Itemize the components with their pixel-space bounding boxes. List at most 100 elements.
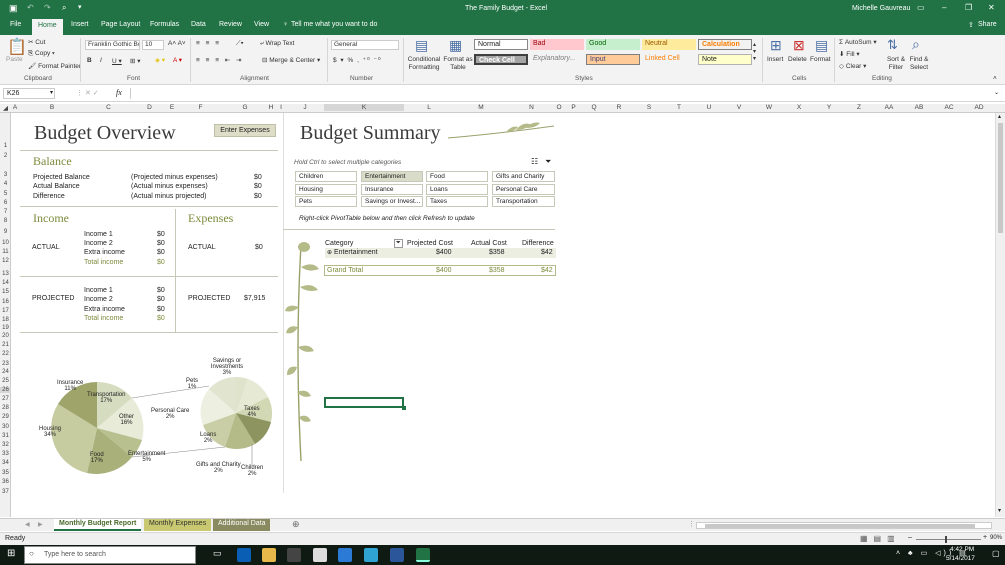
row-header[interactable]: 8 [0, 218, 11, 224]
save-icon[interactable]: ▣ [9, 3, 18, 14]
amazon-icon[interactable] [313, 548, 327, 562]
number-format-icons[interactable]: $ ▾ % , ⁺⁰ ⁻⁰ [333, 56, 382, 64]
style-good[interactable]: Good [586, 39, 640, 50]
row-header[interactable]: 21 [0, 342, 11, 348]
word-icon[interactable] [390, 548, 404, 562]
link-app-icon[interactable] [364, 548, 378, 562]
pivot-filter-icon[interactable]: ⏷ [394, 239, 403, 248]
column-header[interactable]: U [694, 104, 724, 111]
zoom-slider[interactable] [916, 539, 981, 540]
paste-button[interactable]: Paste [6, 56, 23, 63]
print-preview-icon[interactable]: ⌕ [62, 3, 66, 13]
sheet-nav-prev-icon[interactable]: ◀ [25, 521, 30, 528]
row-header[interactable]: 14 [0, 280, 11, 286]
task-view-icon[interactable]: ▭ [213, 548, 222, 559]
column-header[interactable]: AD [964, 104, 994, 111]
scrollbar-thumb[interactable] [998, 123, 1003, 233]
column-header[interactable]: AB [904, 104, 934, 111]
column-header[interactable]: E [167, 104, 177, 111]
column-header[interactable]: Y [814, 104, 844, 111]
paste-icon[interactable]: 📋 [7, 37, 27, 57]
orientation-icon[interactable]: ⟋▾ [236, 40, 244, 48]
format-cells-icon[interactable]: ▤ [815, 37, 828, 54]
sort-filter-button[interactable]: Sort & Filter [884, 56, 908, 72]
name-box[interactable]: K26 [3, 88, 55, 99]
format-as-table-button[interactable]: Format as Table [443, 56, 473, 72]
row-header[interactable]: 7 [0, 209, 11, 215]
windows-start-icon[interactable]: ⊞ [7, 548, 15, 559]
row-header[interactable]: 16 [0, 299, 11, 305]
slicer-item-gifts[interactable]: Gifts and Charity [492, 171, 555, 182]
row-header[interactable]: 20 [0, 333, 11, 339]
format-cells-button[interactable]: Format [810, 56, 831, 63]
column-header[interactable]: Q [584, 104, 604, 111]
row-header[interactable]: 26 [0, 387, 11, 393]
column-header[interactable]: X [784, 104, 814, 111]
column-header[interactable]: F [177, 104, 224, 111]
slicer-item-pets[interactable]: Pets [295, 196, 357, 207]
row-header[interactable]: 3 [0, 172, 11, 178]
undo-icon[interactable]: ↶ [27, 3, 34, 12]
app-icon[interactable] [338, 548, 352, 562]
italic-icon[interactable]: I [100, 57, 102, 64]
column-header[interactable]: S [634, 104, 664, 111]
multi-select-icon[interactable]: ☷ [531, 157, 538, 166]
ribbon-display-icon[interactable]: ▭ [917, 3, 925, 12]
row-header[interactable]: 32 [0, 442, 11, 448]
scroll-down-icon[interactable]: ▾ [998, 507, 1001, 514]
column-header[interactable]: C [85, 104, 132, 111]
slicer-item-food[interactable]: Food [426, 171, 488, 182]
delete-cells-button[interactable]: Delete [788, 56, 807, 63]
column-header[interactable]: H [266, 104, 276, 111]
tab-file[interactable]: File [10, 21, 21, 28]
styles-scroll-icon[interactable]: ▴ ▾ ▾ [753, 41, 756, 62]
borders-icon[interactable]: ⊞ ▾ [130, 57, 141, 65]
row-header[interactable]: 23 [0, 361, 11, 367]
column-header[interactable]: V [724, 104, 754, 111]
column-header[interactable]: I [276, 104, 286, 111]
fill-color-icon[interactable]: ◈ ▾ [155, 56, 165, 64]
taskbar-search-box[interactable]: ○ Type here to search [24, 546, 196, 564]
column-header[interactable]: M [454, 104, 508, 111]
row-header[interactable]: 28 [0, 405, 11, 411]
column-header[interactable]: O [555, 104, 563, 111]
style-neutral[interactable]: Neutral [642, 39, 696, 50]
minimize-icon[interactable]: – [942, 3, 946, 12]
column-header[interactable]: AC [934, 104, 964, 111]
slicer-item-transportation[interactable]: Transportation [492, 196, 555, 207]
number-format-select[interactable]: General [331, 40, 399, 50]
sheet-tab-monthly-expenses[interactable]: Monthly Expenses [144, 519, 212, 531]
row-header[interactable]: 1 [0, 143, 11, 149]
user-name[interactable]: Michelle Gauvreau [852, 5, 910, 12]
find-icon[interactable]: ⌕ [912, 36, 920, 53]
scroll-up-icon[interactable]: ▴ [998, 113, 1001, 120]
quick-access-dropdown-icon[interactable]: ▾ [78, 3, 82, 11]
row-header[interactable]: 31 [0, 433, 11, 439]
copy-button[interactable]: ⎘ Copy ▾ [28, 50, 55, 58]
insert-cells-button[interactable]: Insert [767, 56, 783, 63]
tab-split-handle[interactable]: ⋮ [688, 520, 695, 528]
row-header[interactable]: 35 [0, 470, 11, 476]
row-header[interactable]: 34 [0, 460, 11, 466]
zoom-in-icon[interactable]: + [983, 534, 987, 541]
tab-view[interactable]: View [254, 21, 269, 28]
select-all-corner[interactable]: ◢ [0, 104, 11, 112]
sheet-tab-monthly-budget-report[interactable]: Monthly Budget Report [54, 519, 142, 531]
column-header[interactable]: J [286, 104, 324, 111]
tab-insert[interactable]: Insert [71, 21, 89, 28]
column-header[interactable]: Z [844, 104, 874, 111]
style-normal[interactable]: Normal [474, 39, 528, 50]
formula-cancel-confirm-icons[interactable]: ⋮ ✕ ✓ [76, 89, 99, 97]
column-header[interactable]: A [11, 104, 19, 111]
close-icon[interactable]: ✕ [988, 3, 995, 12]
row-header[interactable]: 24 [0, 369, 11, 375]
sheet-tab-additional-data[interactable]: Additional Data [213, 519, 271, 531]
row-header[interactable]: 33 [0, 451, 11, 457]
worksheet-grid[interactable]: Budget Overview Enter Expenses Balance P… [11, 113, 995, 517]
find-select-button[interactable]: Find & Select [906, 56, 932, 72]
row-header[interactable]: 30 [0, 424, 11, 430]
grow-font-icon[interactable]: A˄ A˅ [168, 40, 186, 47]
clock-date[interactable]: 5/14/2017 [946, 555, 975, 562]
row-header[interactable]: 36 [0, 479, 11, 485]
row-header[interactable]: 37 [0, 489, 11, 495]
